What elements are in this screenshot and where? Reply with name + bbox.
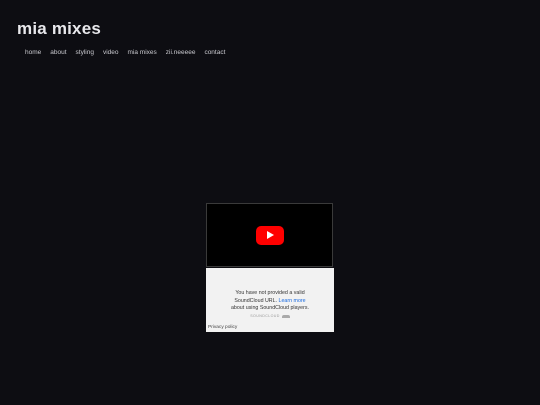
youtube-play-button[interactable]	[256, 226, 284, 245]
soundcloud-logo[interactable]: SOUNDCLOUD	[206, 314, 334, 318]
privacy-policy-link[interactable]: Privacy policy	[208, 325, 237, 330]
soundcloud-message-line2: SoundCloud URL. Learn more	[206, 298, 334, 306]
soundcloud-message-line1: You have not provided a valid	[235, 290, 305, 296]
play-icon	[267, 231, 274, 239]
soundcloud-embed: You have not provided a valid SoundCloud…	[206, 268, 334, 332]
soundcloud-message-line2-text: SoundCloud URL.	[234, 297, 279, 304]
nav-mia-mixes[interactable]: mia mixes	[128, 49, 157, 56]
soundcloud-wordmark: SOUNDCLOUD	[250, 314, 280, 318]
page: mia mixes home about styling video mia m…	[0, 0, 540, 405]
nav-styling[interactable]: styling	[76, 49, 94, 56]
nav-video[interactable]: video	[103, 49, 119, 56]
main-nav: home about styling video mia mixes zii.n…	[25, 49, 234, 56]
site-title[interactable]: mia mixes	[17, 19, 101, 39]
learn-more-link[interactable]: Learn more	[279, 298, 306, 304]
nav-ziineeeee[interactable]: zii.neeeee	[166, 49, 196, 56]
nav-about[interactable]: about	[50, 49, 66, 56]
nav-contact[interactable]: contact	[204, 49, 225, 56]
youtube-embed[interactable]	[206, 203, 333, 267]
soundcloud-cloud-icon	[281, 314, 290, 318]
soundcloud-message-line3: about using SoundCloud players.	[230, 305, 310, 311]
nav-home[interactable]: home	[25, 49, 41, 56]
soundcloud-error-message: You have not provided a valid SoundCloud…	[206, 290, 334, 313]
